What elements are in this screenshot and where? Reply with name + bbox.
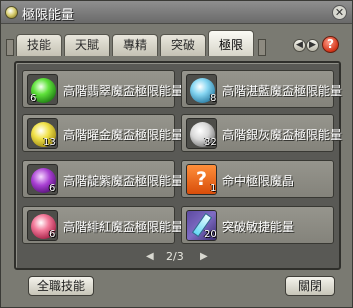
- tab-bar: 技能 天賦 專精 突破 極限 ◀ ▶ ?: [1, 30, 352, 56]
- energy-items-panel: 6 高階翡翠魔盃極限能量 8 高階湛藍魔盃極限能量 13 高階曜金魔盃極限能量 …: [14, 61, 342, 270]
- gold-orb-icon: 13: [27, 118, 58, 149]
- window-emblem-icon: [5, 6, 18, 19]
- item-name: 高階曜金魔盃極限能量: [63, 128, 184, 142]
- pink-orb-icon: 6: [27, 210, 58, 241]
- close-icon[interactable]: ✕: [332, 5, 347, 20]
- tab-skills[interactable]: 技能: [16, 34, 62, 56]
- item-name: 高階翡翠魔盃極限能量: [63, 84, 184, 98]
- item-slot[interactable]: ? 1 命中極限魔晶: [181, 160, 334, 198]
- tab-scroll-left-icon[interactable]: ◀: [293, 39, 306, 52]
- help-button[interactable]: ?: [322, 36, 339, 53]
- tab-breakthrough[interactable]: 突破: [160, 34, 206, 56]
- item-slot[interactable]: 6 高階翡翠魔盃極限能量: [22, 70, 183, 108]
- tab-mastery[interactable]: 專精: [112, 34, 158, 56]
- crystal-icon: 20: [186, 210, 217, 241]
- page-indicator: 2/3: [166, 250, 184, 263]
- title-bar[interactable]: 極限能量 ✕: [1, 1, 352, 24]
- item-count: 8: [210, 93, 217, 104]
- item-count: 6: [49, 229, 56, 240]
- next-page-icon[interactable]: ▶: [200, 251, 208, 262]
- blue-orb-icon: 8: [186, 74, 217, 105]
- item-slot[interactable]: 6 高階靛紫魔盃極限能量: [22, 160, 183, 198]
- item-slot[interactable]: 20 突破敏捷能量: [181, 206, 334, 244]
- question-mark-icon: ? 1: [186, 164, 217, 195]
- item-count: 13: [43, 137, 56, 148]
- window-title: 極限能量: [22, 8, 75, 23]
- item-slot[interactable]: 8 高階湛藍魔盃極限能量: [181, 70, 342, 108]
- item-name: 命中極限魔晶: [222, 174, 295, 188]
- item-count: 6: [49, 183, 56, 194]
- purple-orb-icon: 6: [27, 164, 58, 195]
- tab-extreme[interactable]: 極限: [208, 30, 254, 56]
- item-slot[interactable]: 32 高階銀灰魔盃極限能量: [181, 114, 342, 152]
- tab-talents[interactable]: 天賦: [64, 34, 110, 56]
- all-class-skills-button[interactable]: 全職技能: [28, 276, 94, 296]
- extreme-energy-window: 極限能量 ✕ 技能 天賦 專精 突破 極限 ◀ ▶ ? 6 高階翡翠魔盃極限能量…: [0, 0, 353, 308]
- item-count: 32: [204, 137, 217, 148]
- tab-bar-left-cap: [6, 39, 14, 56]
- item-name: 高階銀灰魔盃極限能量: [222, 128, 343, 142]
- item-slot[interactable]: 6 高階緋紅魔盃極限能量: [22, 206, 183, 244]
- item-slot[interactable]: 13 高階曜金魔盃極限能量: [22, 114, 183, 152]
- item-count: 1: [210, 183, 217, 194]
- item-count: 6: [30, 93, 37, 104]
- item-name: 高階緋紅魔盃極限能量: [63, 220, 184, 234]
- item-name: 高階湛藍魔盃極限能量: [222, 84, 343, 98]
- tab-bar-right-cap: [258, 39, 266, 56]
- green-orb-icon: 6: [27, 74, 58, 105]
- item-count: 20: [204, 229, 217, 240]
- close-button[interactable]: 關閉: [285, 276, 335, 296]
- item-name: 突破敏捷能量: [222, 220, 295, 234]
- pager: ◀ 2/3 ▶: [14, 250, 341, 265]
- prev-page-icon[interactable]: ◀: [146, 251, 154, 262]
- grey-orb-icon: 32: [186, 118, 217, 149]
- tab-scroll-right-icon[interactable]: ▶: [306, 39, 319, 52]
- item-name: 高階靛紫魔盃極限能量: [63, 174, 184, 188]
